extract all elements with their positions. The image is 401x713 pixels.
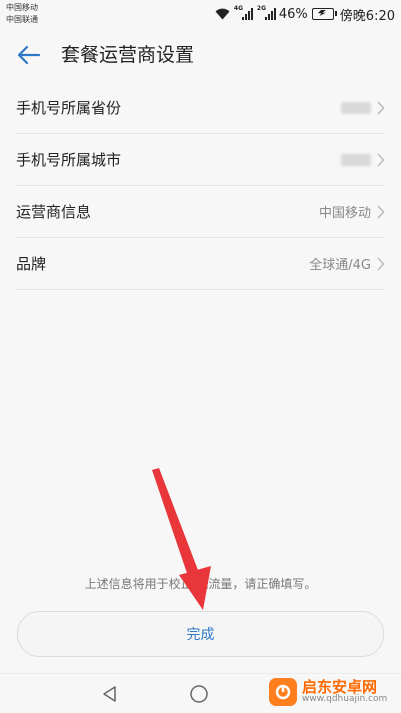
- watermark-logo-icon: [269, 678, 297, 706]
- back-button[interactable]: [14, 40, 44, 70]
- page-title: 套餐运营商设置: [61, 44, 195, 66]
- status-indicators: 4G 2G 46% 傍晚6:20: [215, 5, 395, 24]
- chevron-right-icon: [377, 152, 385, 167]
- brand-label: 品牌: [16, 255, 47, 273]
- watermark-name: 启东安卓网: [302, 677, 378, 696]
- done-label: 完成: [186, 627, 215, 643]
- clock: 傍晚6:20: [339, 8, 395, 24]
- screen: 中国移动 中国联通 4G 2G 46% 傍晚6:20 套餐运营商设置 手机号所属…: [0, 0, 401, 713]
- arrow-left-icon: [17, 45, 41, 65]
- done-button[interactable]: 完成: [17, 611, 384, 657]
- brand-value: 全球通/4G: [309, 258, 371, 273]
- info-note: 上述信息将用于校正 据流量，请正确填写。: [84, 577, 317, 591]
- signal-1-icon: 4G: [233, 5, 253, 20]
- watermark-url: www.qdhuajin.com: [302, 694, 388, 705]
- wifi-icon: [215, 8, 230, 20]
- watermark: 启东安卓网 www.qdhuajin.com: [269, 671, 397, 713]
- battery-icon: [311, 8, 337, 20]
- carrier-info-value: 中国移动: [318, 206, 371, 221]
- chevron-right-icon: [377, 100, 385, 115]
- battery-percent: 46%: [278, 6, 308, 22]
- circle-home-icon: [190, 685, 208, 703]
- city-row[interactable]: 手机号所属城市: [16, 134, 385, 186]
- province-value: [341, 101, 371, 114]
- network-2-label: 2G: [256, 5, 266, 12]
- chevron-right-icon: [377, 204, 385, 219]
- network-1-label: 4G: [233, 5, 243, 12]
- brand-row[interactable]: 品牌 全球通/4G: [16, 238, 385, 290]
- carrier-info-label: 运营商信息: [16, 203, 92, 221]
- city-value: [341, 153, 371, 166]
- nav-back-button[interactable]: [99, 683, 121, 705]
- province-row[interactable]: 手机号所属省份: [16, 82, 385, 134]
- carrier-1-label: 中国移动: [6, 3, 38, 12]
- province-label: 手机号所属省份: [16, 99, 122, 117]
- triangle-back-icon: [103, 686, 116, 702]
- status-bar: 中国移动 中国联通 4G 2G 46% 傍晚6:20: [0, 0, 401, 30]
- city-label: 手机号所属城市: [16, 151, 122, 169]
- carrier-info-row[interactable]: 运营商信息 中国移动: [16, 186, 385, 238]
- title-bar: 套餐运营商设置: [0, 30, 401, 80]
- settings-list: 手机号所属省份 手机号所属城市 运营商信息 中国移动 品牌 全球通/4G: [16, 82, 385, 290]
- nav-home-button[interactable]: [188, 683, 210, 705]
- chevron-right-icon: [377, 256, 385, 271]
- carrier-2-label: 中国联通: [6, 15, 38, 24]
- signal-2-icon: 2G: [256, 5, 276, 20]
